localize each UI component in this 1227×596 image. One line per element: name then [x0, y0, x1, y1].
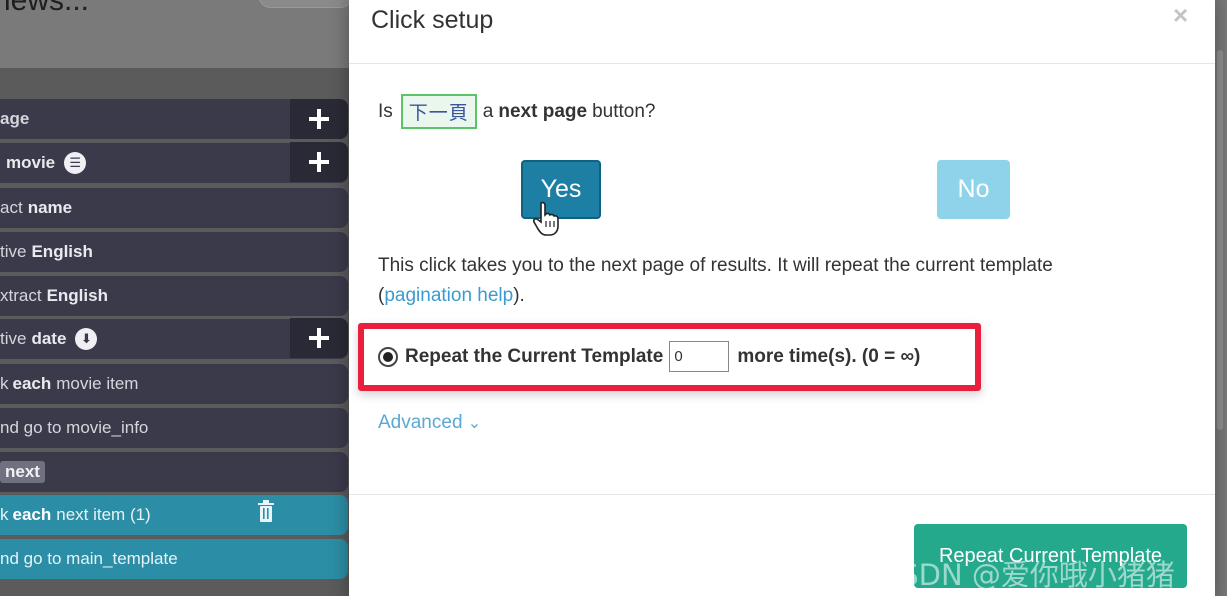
command-row-extract-english[interactable]: xtract English — [0, 276, 348, 316]
selection-badge: next — [0, 461, 45, 483]
explanation-text: This click takes you to the next page of… — [378, 255, 1053, 276]
command-value: each — [12, 505, 52, 524]
dialog-header: Click setup × — [349, 0, 1215, 64]
add-command-button[interactable] — [290, 318, 348, 358]
hand-cursor-icon — [532, 201, 559, 236]
question-suffix: button? — [592, 100, 656, 122]
command-text: age — [0, 109, 30, 128]
app-toolbar: iews... — [0, 0, 353, 68]
command-keyword: act — [0, 198, 23, 217]
advanced-toggle[interactable]: Advanced ⌄ — [378, 412, 481, 434]
pagination-help-link[interactable]: pagination help — [384, 285, 513, 306]
add-command-button[interactable] — [290, 99, 348, 139]
list-icon[interactable]: ☰ — [64, 152, 87, 174]
selected-element-chip: 下一頁 — [400, 94, 477, 129]
plus-icon — [309, 109, 329, 129]
command-value: English — [46, 286, 108, 305]
watermark: CSDN @爱你哦小猪猪 — [880, 558, 1175, 592]
command-value: name — [27, 198, 73, 217]
explanation-close: ). — [513, 285, 525, 306]
question-mid: a — [482, 100, 494, 122]
command-keyword: xtract — [0, 286, 42, 305]
trash-icon[interactable] — [256, 500, 276, 522]
download-icon[interactable]: ⬇ — [75, 328, 98, 350]
command-value: movie — [6, 153, 56, 172]
command-keyword: k — [0, 505, 9, 524]
plus-icon — [309, 328, 329, 348]
no-button[interactable]: No — [937, 160, 1010, 219]
command-suffix: movie item — [56, 374, 139, 393]
command-value: English — [31, 242, 93, 261]
add-command-button[interactable] — [290, 142, 348, 182]
plus-icon — [309, 152, 329, 172]
command-value: date — [31, 329, 67, 348]
command-row-go-movie-info[interactable]: nd go to movie_info — [0, 408, 348, 448]
click-setup-dialog: Click setup × Is 下一頁 a next page button?… — [349, 0, 1215, 596]
chevron-down-icon: ⌄ — [467, 415, 482, 432]
advanced-label: Advanced — [378, 412, 463, 433]
toolbar-toggle[interactable] — [258, 0, 353, 8]
repeat-template-option: Repeat the Current Template more time(s)… — [378, 341, 920, 372]
command-row-go-main-template[interactable]: nd go to main_template — [0, 539, 348, 579]
command-row-relative-english[interactable]: tive English — [0, 232, 348, 272]
command-keyword: tive — [0, 242, 27, 261]
background-scrollbar-area — [1215, 0, 1227, 596]
command-row-extract-name[interactable]: act name — [0, 188, 348, 228]
repeat-radio[interactable] — [378, 346, 398, 367]
command-suffix: next item (1) — [56, 505, 151, 524]
repeat-label: Repeat the Current Template — [405, 345, 664, 367]
scrollbar[interactable] — [1217, 50, 1223, 430]
dialog-title: Click setup — [371, 6, 494, 34]
close-icon[interactable]: × — [1173, 0, 1188, 31]
command-value: each — [12, 374, 52, 393]
next-page-question: Is 下一頁 a next page button? — [378, 94, 655, 129]
command-keyword: tive — [0, 329, 27, 348]
command-row-click-movie[interactable]: k each movie item — [0, 364, 348, 404]
command-keyword: k — [0, 374, 9, 393]
repeat-suffix: more time(s). (0 = ∞) — [737, 345, 921, 367]
question-bold: next page — [498, 100, 588, 122]
repeat-count-input[interactable] — [669, 341, 730, 372]
question-prefix: Is — [378, 100, 393, 122]
footer-divider — [349, 494, 1215, 495]
app-title: iews... — [4, 0, 90, 17]
command-row-click-next[interactable]: k each next item (1) — [0, 495, 348, 535]
command-row-next[interactable]: next — [0, 452, 348, 492]
command-text: nd go to movie_info — [0, 418, 149, 437]
command-text: nd go to main_template — [0, 549, 178, 568]
pagination-explanation: This click takes you to the next page of… — [378, 251, 1168, 311]
